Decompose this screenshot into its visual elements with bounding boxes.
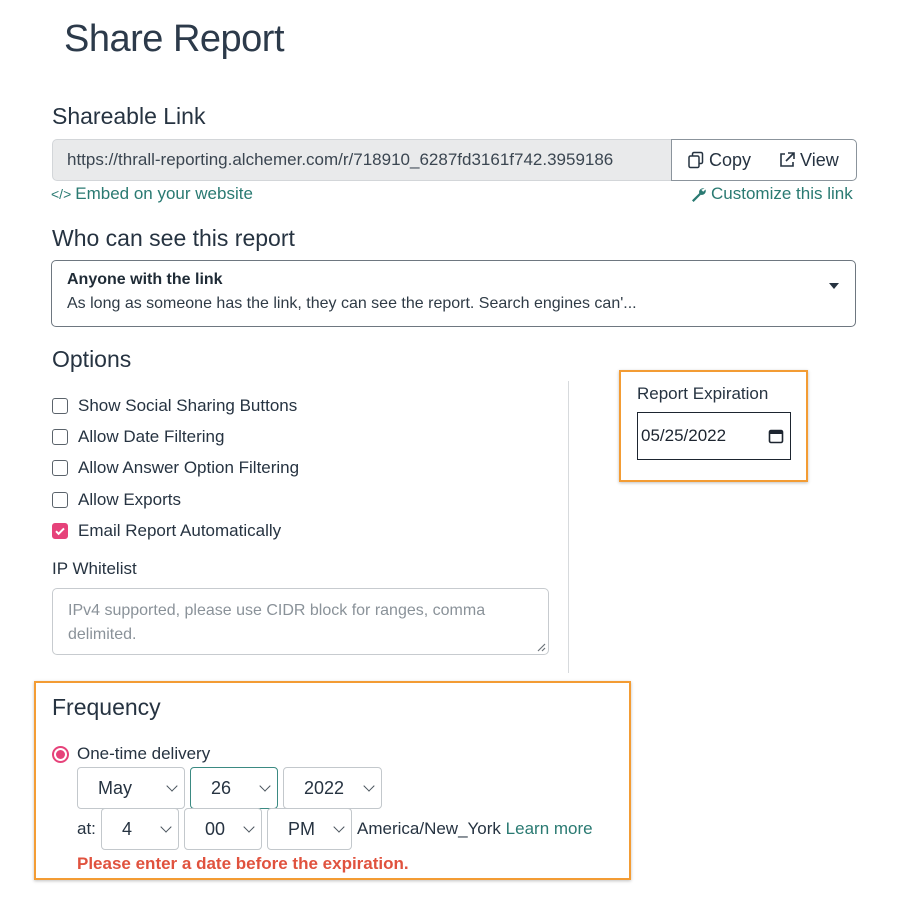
customize-label: Customize this link xyxy=(711,184,853,203)
checkbox[interactable] xyxy=(52,492,68,508)
radio-selected[interactable] xyxy=(52,745,69,763)
option-date-filtering[interactable]: Allow Date Filtering xyxy=(52,427,224,447)
month-select[interactable]: May xyxy=(77,767,185,809)
caret-down-icon xyxy=(829,283,839,289)
checkmark-icon xyxy=(55,527,65,536)
option-email-report[interactable]: Email Report Automatically xyxy=(52,521,281,541)
customize-link[interactable]: Customize this link xyxy=(690,184,853,204)
code-icon: </> xyxy=(51,186,72,202)
checkbox-label: Allow Date Filtering xyxy=(78,427,225,446)
year-value: 2022 xyxy=(304,777,345,798)
wrench-icon xyxy=(692,187,706,202)
chevron-down-icon xyxy=(243,821,255,833)
options-title: Options xyxy=(52,346,132,372)
visibility-select[interactable]: Anyone with the link As long as someone … xyxy=(51,260,856,327)
calendar-icon[interactable] xyxy=(768,428,784,444)
at-label: at: xyxy=(77,819,96,838)
external-link-icon xyxy=(780,152,795,167)
checkbox-label: Email Report Automatically xyxy=(78,521,282,540)
minute-select[interactable]: 00 xyxy=(184,808,262,850)
chevron-down-icon xyxy=(166,780,178,792)
visibility-selected-title: Anyone with the link xyxy=(67,271,223,288)
hour-value: 4 xyxy=(122,818,133,839)
checkbox[interactable] xyxy=(52,460,68,476)
expiration-date-value: 05/25/2022 xyxy=(641,426,727,445)
timezone-row: America/New_York Learn more xyxy=(357,819,593,839)
view-label: View xyxy=(800,149,839,170)
ampm-value: PM xyxy=(288,818,315,839)
visibility-selected-desc: As long as someone has the link, they ca… xyxy=(67,295,637,312)
chevron-down-icon xyxy=(333,821,345,833)
chevron-down-icon xyxy=(259,780,271,792)
page-title: Share Report xyxy=(64,18,285,60)
checkbox-checked[interactable] xyxy=(52,523,68,539)
options-divider xyxy=(568,381,569,673)
chevron-down-icon xyxy=(363,780,375,792)
expiration-label: Report Expiration xyxy=(637,384,769,403)
checkbox-label: Allow Exports xyxy=(78,490,181,509)
frequency-error-message: Please enter a date before the expiratio… xyxy=(77,854,409,873)
view-button[interactable]: View xyxy=(778,150,839,171)
year-select[interactable]: 2022 xyxy=(283,767,382,809)
ip-whitelist-label: IP Whitelist xyxy=(52,559,137,578)
option-exports[interactable]: Allow Exports xyxy=(52,490,181,510)
one-time-delivery-option[interactable]: One-time delivery xyxy=(52,744,210,764)
link-actions: Copy View xyxy=(671,139,857,181)
checkbox-label: Show Social Sharing Buttons xyxy=(78,396,298,415)
day-select[interactable]: 26 xyxy=(190,767,278,809)
option-answer-filtering[interactable]: Allow Answer Option Filtering xyxy=(52,458,299,478)
radio-label: One-time delivery xyxy=(77,744,211,763)
copy-button[interactable]: Copy xyxy=(687,150,751,171)
ip-whitelist-input[interactable]: IPv4 supported, please use CIDR block fo… xyxy=(52,588,549,655)
shareable-link-input[interactable]: https://thrall-reporting.alchemer.com/r/… xyxy=(52,139,672,181)
ampm-select[interactable]: PM xyxy=(267,808,352,850)
month-value: May xyxy=(98,777,133,798)
checkbox-label: Allow Answer Option Filtering xyxy=(78,458,300,477)
shareable-link-title: Shareable Link xyxy=(52,103,206,129)
hour-select[interactable]: 4 xyxy=(101,808,179,850)
checkbox[interactable] xyxy=(52,429,68,445)
minute-value: 00 xyxy=(205,818,226,839)
frequency-title: Frequency xyxy=(52,694,161,720)
day-value: 26 xyxy=(211,777,232,798)
visibility-title: Who can see this report xyxy=(52,225,295,251)
copy-label: Copy xyxy=(709,149,752,170)
option-social-sharing[interactable]: Show Social Sharing Buttons xyxy=(52,396,297,416)
copy-icon xyxy=(688,151,704,169)
expiration-date-input[interactable]: 05/25/2022 xyxy=(637,412,791,460)
chevron-down-icon xyxy=(160,821,172,833)
embed-link[interactable]: </> Embed on your website xyxy=(51,184,253,204)
timezone-label: America/New_York xyxy=(357,819,501,838)
learn-more-link[interactable]: Learn more xyxy=(506,819,593,838)
embed-label: Embed on your website xyxy=(75,184,253,203)
checkbox[interactable] xyxy=(52,398,68,414)
resize-handle-icon[interactable] xyxy=(536,642,546,652)
